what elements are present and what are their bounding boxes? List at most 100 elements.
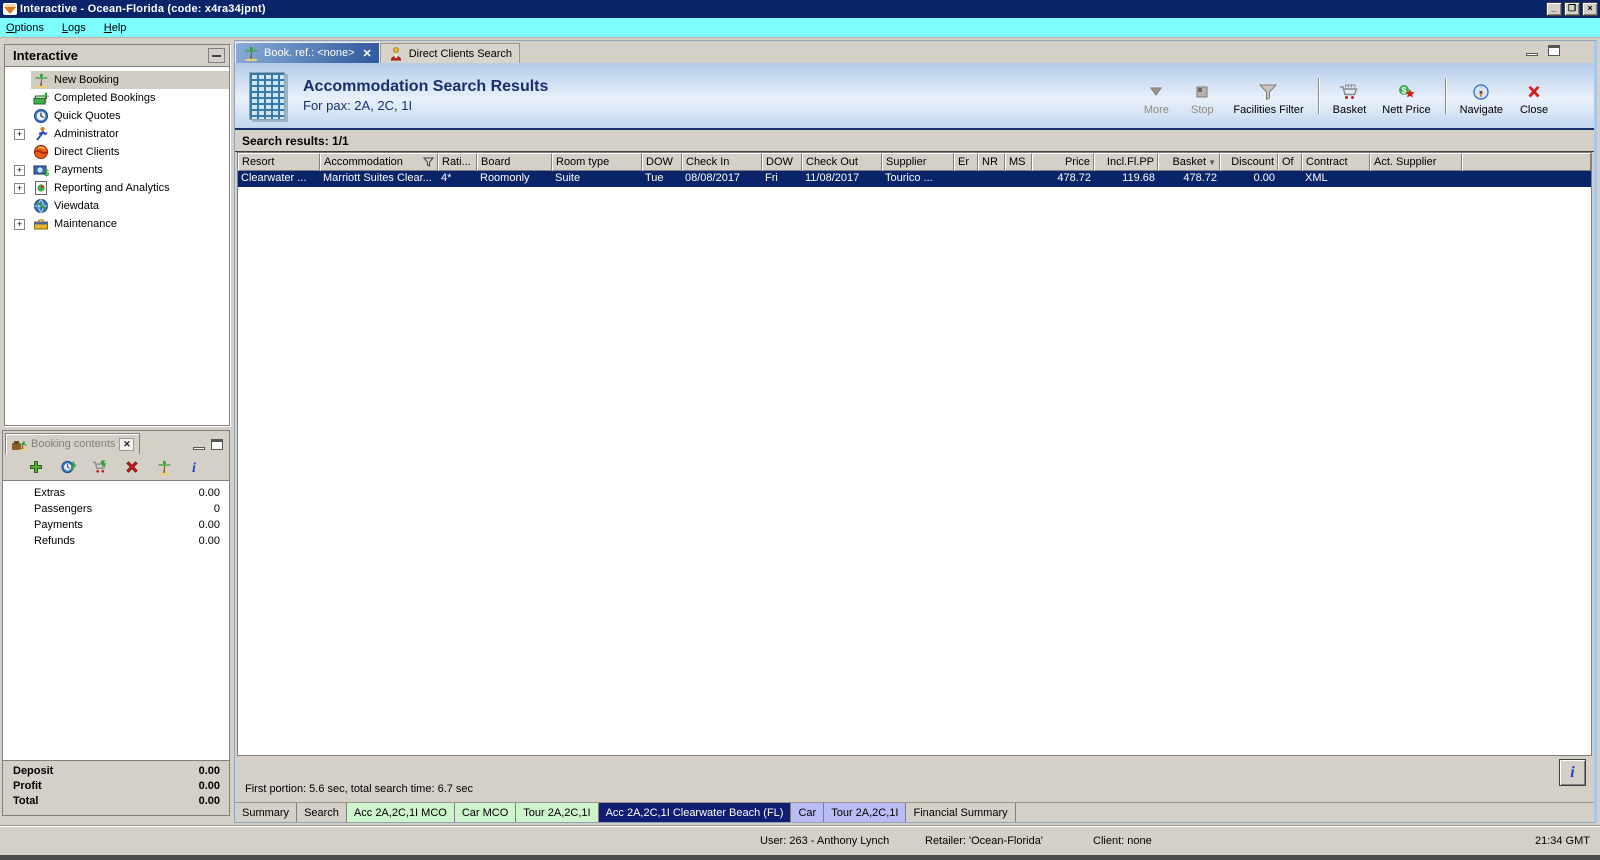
- column-header-discount[interactable]: Discount: [1220, 153, 1278, 171]
- bottom-tab-summary[interactable]: Summary: [235, 803, 298, 822]
- sidebar-item-maintenance[interactable]: + Maintenance: [5, 215, 229, 233]
- close-button[interactable]: ×: [1582, 2, 1598, 16]
- column-header-basket[interactable]: Basket ▼: [1158, 153, 1220, 171]
- column-header-er[interactable]: Er: [954, 153, 978, 171]
- column-header-nr[interactable]: NR: [978, 153, 1005, 171]
- column-header-of[interactable]: Of: [1278, 153, 1302, 171]
- table-row[interactable]: Clearwater ... Marriott Suites Clear... 4*…: [238, 171, 1591, 187]
- column-header-accommodation[interactable]: Accommodation: [320, 153, 438, 171]
- menu-item-logs[interactable]: Logs: [62, 22, 86, 34]
- expand-icon[interactable]: +: [14, 128, 25, 140]
- sidebar-item-reporting-and-analytics[interactable]: + Reporting and Analytics: [5, 179, 229, 197]
- palm-tree-icon: [243, 45, 259, 61]
- column-header-dow[interactable]: DOW: [642, 153, 682, 171]
- bottom-tab-tour-2a-2c-1i[interactable]: Tour 2A,2C,1I: [824, 803, 907, 822]
- column-header-check-in[interactable]: Check In: [682, 153, 762, 171]
- sidebar-item-payments[interactable]: + $ Payments: [5, 161, 229, 179]
- booking-contents-row[interactable]: Payments 0.00: [3, 517, 229, 533]
- add-icon[interactable]: [28, 459, 45, 476]
- bottom-tab-car-mco[interactable]: Car MCO: [454, 803, 517, 822]
- column-header-supplier[interactable]: Supplier: [882, 153, 954, 171]
- column-header-ms[interactable]: MS: [1005, 153, 1032, 171]
- column-header-price[interactable]: Price: [1032, 153, 1094, 171]
- restore-button[interactable]: ❐: [1564, 2, 1580, 16]
- close-x-icon: [1526, 82, 1542, 102]
- sidebar-collapse-button[interactable]: [208, 48, 225, 63]
- menu-item-help[interactable]: Help: [104, 22, 127, 34]
- table-cell: [1370, 171, 1462, 187]
- main-panel-minimize-icon[interactable]: [1526, 53, 1538, 56]
- row-label: Passengers: [34, 503, 93, 515]
- booking-totals-row: Deposit 0.00: [3, 765, 229, 780]
- basket-button[interactable]: Basket: [1326, 74, 1374, 118]
- column-header-contract[interactable]: Contract: [1302, 153, 1370, 171]
- bottom-tab-row: Summary Search Acc 2A,2C,1I MCO Car MCO Tour…: [235, 802, 1594, 822]
- booking-contents-close-icon[interactable]: ✕: [119, 437, 135, 451]
- bottom-tab-tour-2a-2c-1i[interactable]: Tour 2A,2C,1I: [516, 803, 599, 822]
- column-header-rati-[interactable]: Rati...: [438, 153, 477, 171]
- bottom-tab-financial-summary[interactable]: Financial Summary: [906, 803, 1016, 822]
- sidebar-item-quick-quotes[interactable]: Quick Quotes: [5, 107, 229, 125]
- column-header-incl-fl-pp[interactable]: Incl.Fl.PP: [1094, 153, 1158, 171]
- column-header-label: Basket: [1172, 156, 1207, 168]
- menu-bar: Options Logs Help: [0, 18, 1600, 38]
- document-tab-book-ref-none-[interactable]: Book. ref.: <none> ✕: [235, 42, 380, 63]
- booking-contents-tab[interactable]: Booking contents ✕: [5, 433, 141, 454]
- sidebar-item-direct-clients[interactable]: Direct Clients: [5, 143, 229, 161]
- minimize-button[interactable]: _: [1546, 2, 1562, 16]
- expand-icon[interactable]: +: [14, 218, 25, 230]
- total-label: Profit: [13, 780, 42, 792]
- table-cell: Fri: [765, 172, 778, 184]
- bottom-tab-acc-2a-2c-1i-clearwater-beach-fl-[interactable]: Acc 2A,2C,1I Clearwater Beach (FL): [598, 803, 792, 822]
- booking-contents-row[interactable]: Passengers 0: [3, 501, 229, 517]
- facilities-filter-button[interactable]: Facilities Filter: [1226, 74, 1310, 118]
- document-tab-label: Direct Clients Search: [408, 47, 513, 60]
- sidebar-item-administrator[interactable]: + Administrator: [5, 125, 229, 143]
- bottom-tab-acc-2a-2c-1i-mco[interactable]: Acc 2A,2C,1I MCO: [346, 803, 455, 822]
- more-arrow-icon: [1148, 82, 1164, 102]
- bottom-tab-search[interactable]: Search: [297, 803, 347, 822]
- column-header-label: Contract: [1306, 156, 1348, 168]
- menu-item-options[interactable]: Options: [6, 22, 44, 34]
- nett-price-button[interactable]: $ Nett Price: [1375, 74, 1437, 118]
- results-table-header: Resort Accommodation Rati... Board Room type…: [238, 153, 1591, 171]
- bottom-tab-car[interactable]: Car: [791, 803, 825, 822]
- sidebar-item-label: Maintenance: [54, 218, 117, 230]
- column-header-label: Er: [958, 156, 969, 168]
- bottom-edge-strip: [0, 855, 1600, 860]
- close-button[interactable]: Close: [1512, 74, 1556, 118]
- sidebar-item-label: Viewdata: [54, 200, 100, 212]
- expand-icon[interactable]: +: [14, 164, 25, 176]
- booking-panel-maximize-icon[interactable]: [211, 439, 223, 450]
- column-header-check-out[interactable]: Check Out: [802, 153, 882, 171]
- column-header-board[interactable]: Board: [477, 153, 552, 171]
- refresh-globe-icon[interactable]: [60, 459, 77, 476]
- row-value: 0: [213, 503, 220, 515]
- column-header-act-supplier[interactable]: Act. Supplier: [1370, 153, 1462, 171]
- document-tab-direct-clients-search[interactable]: Direct Clients Search: [379, 43, 521, 63]
- column-header-label: Board: [481, 156, 511, 168]
- info-icon[interactable]: i: [188, 459, 205, 476]
- expand-icon[interactable]: +: [14, 182, 25, 194]
- tab-close-icon[interactable]: ✕: [363, 47, 372, 60]
- booking-panel-minimize-icon[interactable]: [193, 447, 205, 450]
- column-header-resort[interactable]: Resort: [238, 153, 320, 171]
- booking-contents-row[interactable]: Extras 0.00: [3, 485, 229, 501]
- booking-contents-row[interactable]: Refunds 0.00: [3, 533, 229, 549]
- status-bar: User: 263 - Anthony Lynch Retailer: 'Oce…: [0, 825, 1600, 855]
- sidebar-item-completed-bookings[interactable]: Completed Bookings: [5, 89, 229, 107]
- main-panel-maximize-icon[interactable]: [1548, 45, 1560, 56]
- filter-funnel-icon[interactable]: [423, 157, 434, 167]
- delete-icon[interactable]: [124, 459, 141, 476]
- sidebar-item-viewdata[interactable]: Viewdata: [5, 197, 229, 215]
- navigate-button[interactable]: Navigate: [1453, 74, 1510, 118]
- sidebar-item-new-booking[interactable]: New Booking: [5, 71, 229, 89]
- document-tab-label: Book. ref.: <none>: [264, 47, 355, 59]
- row-value: 0.00: [198, 535, 220, 547]
- column-header-dow[interactable]: DOW: [762, 153, 802, 171]
- row-label: Refunds: [34, 535, 75, 547]
- info-button[interactable]: i: [1559, 759, 1586, 786]
- cart-add-icon[interactable]: [92, 459, 109, 476]
- palm-tree-icon[interactable]: [156, 459, 173, 476]
- column-header-room-type[interactable]: Room type: [552, 153, 642, 171]
